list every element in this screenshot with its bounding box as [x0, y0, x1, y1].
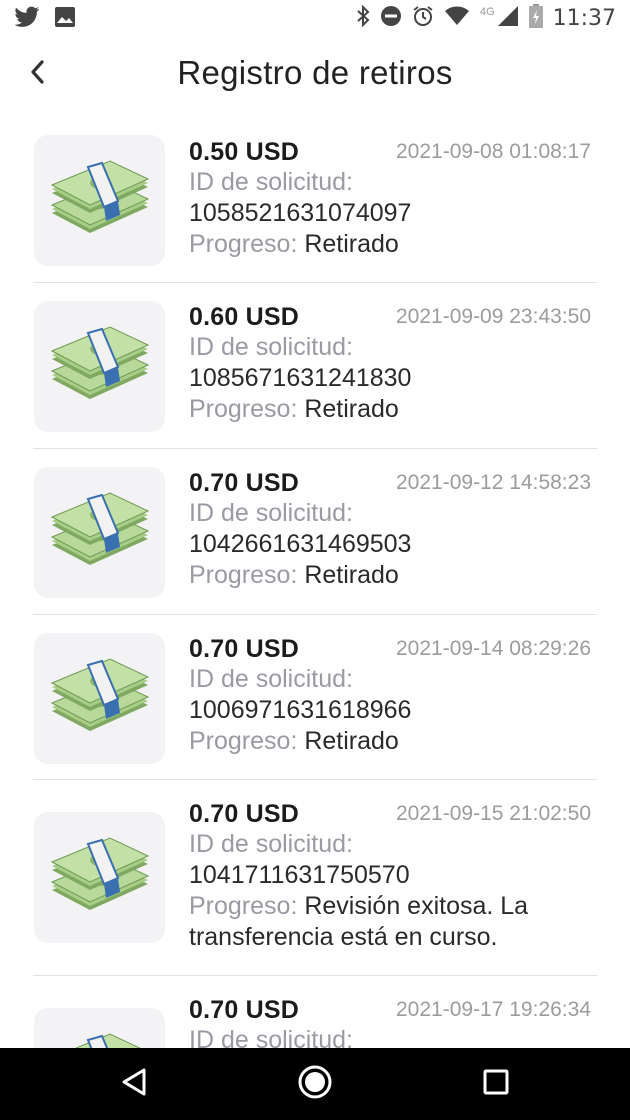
list-item[interactable]: 0.50 USD 2021-09-08 01:08:17 ID de solic… [33, 116, 597, 283]
progress-label: Progreso: [189, 395, 298, 423]
status-bar: 4G 11:37 [0, 0, 630, 36]
nav-back-button[interactable] [114, 1064, 154, 1104]
money-stack-icon [48, 1032, 152, 1048]
request-id-label: ID de solicitud: [189, 1026, 353, 1048]
app-header: Registro de retiros [0, 36, 630, 116]
twitter-icon [14, 6, 40, 33]
list-item[interactable]: 0.70 USD 2021-09-12 14:58:23 ID de solic… [33, 449, 597, 615]
timestamp: 2021-09-14 08:29:26 [396, 637, 591, 660]
request-id-label: ID de solicitud: [189, 665, 353, 693]
request-id-value: 1085671631241830 [189, 364, 412, 392]
thumbnail [34, 633, 165, 764]
progress-value: Retirado [304, 727, 399, 755]
progress-value-continued: transferencia está en curso. [189, 923, 498, 951]
progress-label: Progreso: [189, 892, 298, 920]
nav-recents-button[interactable] [476, 1064, 516, 1104]
timestamp: 2021-09-09 23:43:50 [396, 305, 591, 328]
progress-value: Revisión exitosa. La [304, 892, 529, 920]
alarm-icon [412, 5, 434, 32]
battery-icon [528, 4, 543, 33]
progress-label: Progreso: [189, 230, 298, 258]
timestamp: 2021-09-12 14:58:23 [396, 471, 591, 494]
progress-label: Progreso: [189, 561, 298, 589]
timestamp: 2021-09-15 21:02:50 [396, 802, 591, 825]
progress-value: Retirado [304, 395, 399, 423]
list-item[interactable]: 0.70 USD 2021-09-14 08:29:26 ID de solic… [33, 615, 597, 780]
list-item[interactable]: 0.70 USD 2021-09-15 21:02:50 ID de solic… [33, 780, 597, 976]
signal-icon [497, 5, 519, 32]
do-not-disturb-icon [380, 5, 402, 32]
request-id-label: ID de solicitud: [189, 830, 353, 858]
money-stack-icon [48, 491, 152, 574]
timestamp: 2021-09-08 01:08:17 [396, 140, 591, 163]
timestamp: 2021-09-17 19:26:34 [396, 998, 591, 1021]
list-item[interactable]: 0.60 USD 2021-09-09 23:43:50 ID de solic… [33, 283, 597, 449]
request-id-value: 1042661631469503 [189, 530, 412, 558]
square-recents-icon [483, 1069, 509, 1100]
bluetooth-icon [356, 4, 370, 32]
request-id-value: 1006971631618966 [189, 696, 412, 724]
thumbnail [34, 301, 165, 432]
progress-value: Retirado [304, 230, 399, 258]
wifi-icon [444, 5, 470, 32]
system-nav-bar [0, 1048, 630, 1120]
progress-value: Retirado [304, 561, 399, 589]
network-type: 4G [479, 5, 495, 18]
thumbnail [34, 812, 165, 943]
thumbnail [34, 135, 165, 266]
request-id-value: 1058521631074097 [189, 199, 412, 227]
circle-home-icon [297, 1064, 333, 1105]
nav-home-button[interactable] [295, 1064, 335, 1104]
request-id-value: 1041711631750570 [189, 861, 410, 889]
money-stack-icon [48, 159, 152, 242]
request-id-label: ID de solicitud: [189, 333, 353, 361]
thumbnail [34, 1008, 165, 1048]
status-time: 11:37 [552, 6, 616, 31]
thumbnail [34, 467, 165, 598]
image-icon [54, 6, 76, 33]
triangle-back-icon [120, 1067, 148, 1102]
request-id-label: ID de solicitud: [189, 499, 353, 527]
money-stack-icon [48, 836, 152, 919]
money-stack-icon [48, 657, 152, 740]
money-stack-icon [48, 325, 152, 408]
request-id-label: ID de solicitud: [189, 168, 353, 196]
withdrawal-list: 0.50 USD 2021-09-08 01:08:17 ID de solic… [0, 116, 630, 1048]
page-title: Registro de retiros [177, 54, 453, 91]
progress-label: Progreso: [189, 727, 298, 755]
list-item[interactable]: 0.70 USD 2021-09-17 19:26:34 ID de solic… [33, 976, 597, 1048]
